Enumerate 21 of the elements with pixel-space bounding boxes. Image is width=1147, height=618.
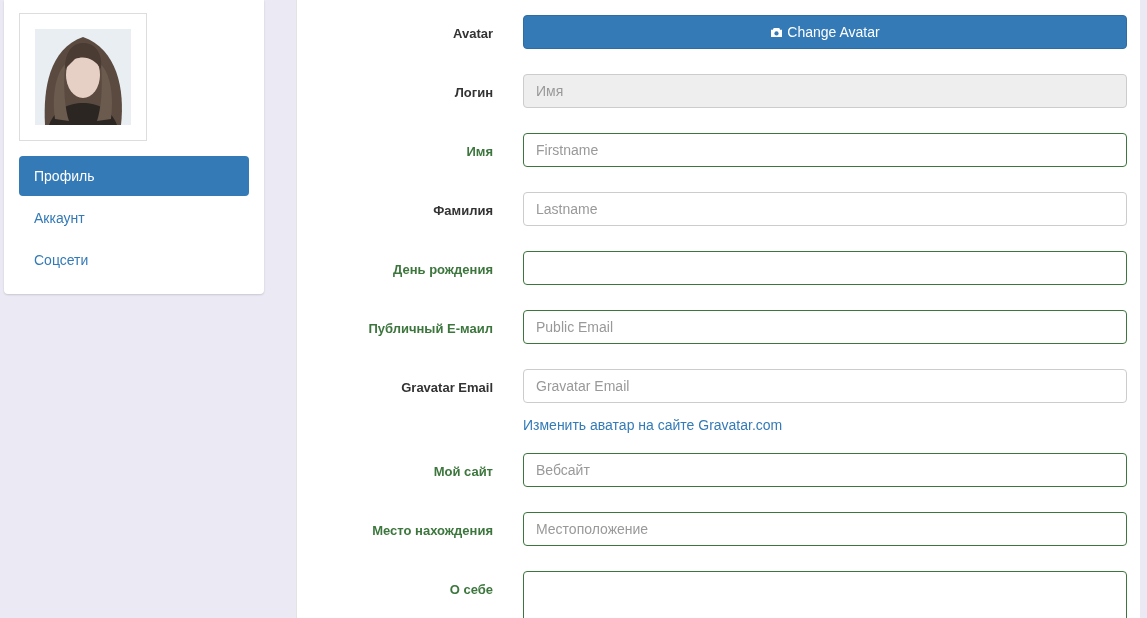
input-field[interactable]: Public Email: [523, 310, 1127, 344]
field-label: Публичный E-маил: [368, 321, 493, 336]
field-label: Avatar: [453, 26, 493, 41]
field-label: Gravatar Email: [401, 380, 493, 395]
input-field[interactable]: Местоположение: [523, 512, 1127, 546]
field-label: Фамилия: [433, 203, 493, 218]
field-label: Место нахождения: [372, 523, 493, 538]
input-field[interactable]: Вебсайт: [523, 453, 1127, 487]
nav-item[interactable]: Профиль: [19, 156, 249, 196]
input-field[interactable]: Firstname: [523, 133, 1127, 167]
field-label: Имя: [466, 144, 493, 159]
gravatar-link[interactable]: Изменить аватар на сайте Gravatar.com: [523, 417, 783, 433]
field-label: Логин: [454, 85, 493, 100]
change-avatar-button[interactable]: Change Avatar: [523, 15, 1127, 49]
field-label: О себе: [449, 582, 493, 597]
camera-icon: [770, 26, 784, 38]
field-label: День рождения: [393, 262, 493, 277]
input-field[interactable]: [523, 251, 1127, 285]
field-label: Мой сайт: [433, 464, 493, 479]
nav-item[interactable]: Аккаунт: [19, 198, 249, 238]
nav-item[interactable]: Соцсети: [19, 240, 249, 280]
